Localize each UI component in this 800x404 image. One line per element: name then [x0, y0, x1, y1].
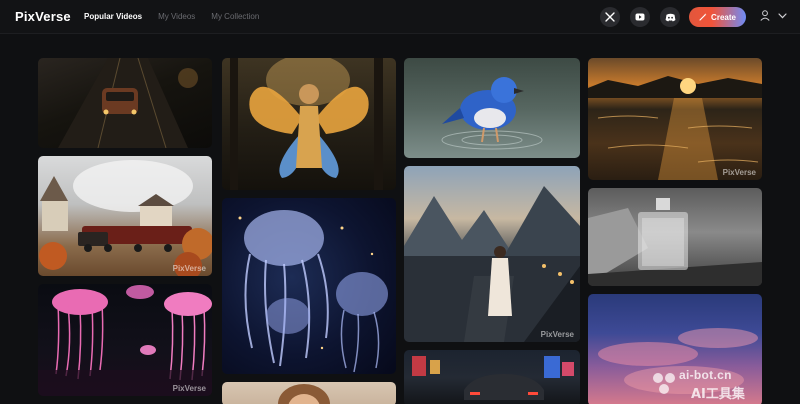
youtube-icon	[635, 13, 645, 21]
watermark: PixVerse	[172, 384, 206, 393]
fairy-thumbnail	[230, 58, 383, 190]
corner-watermark: ai-bot.cn AI工具集	[651, 362, 800, 404]
discord-button[interactable]	[660, 7, 680, 27]
video-card-portrait[interactable]	[222, 382, 396, 404]
corner-watermark-url: ai-bot.cn	[679, 368, 732, 382]
user-menu[interactable]	[760, 10, 787, 21]
portrait-thumbnail	[278, 384, 330, 404]
nav-popular-videos[interactable]: Popular Videos	[84, 12, 142, 21]
video-card-blue-bird[interactable]	[404, 58, 580, 158]
pixverse-logo[interactable]: PixVerse	[15, 9, 71, 24]
watermark: PixVerse	[540, 330, 574, 339]
glowing-jellyfish-thumbnail	[238, 210, 388, 373]
corner-watermark-name: AI工具集	[691, 387, 745, 402]
wand-icon	[699, 13, 707, 21]
video-card-sunset-lake[interactable]: PixVerse	[588, 58, 762, 180]
sunset-thumbnail	[588, 76, 762, 180]
video-card-neon-street[interactable]	[404, 350, 580, 404]
lakeside-thumbnail	[404, 186, 580, 342]
create-button[interactable]: Create	[689, 7, 746, 27]
blue-bird-thumbnail	[441, 77, 543, 150]
pink-jellyfish-thumbnail	[38, 285, 212, 396]
video-card-perfume-bottle[interactable]	[588, 188, 762, 286]
train-thumbnail	[39, 160, 212, 276]
x-twitter-icon	[605, 12, 615, 22]
video-card-pink-jellyfish[interactable]: PixVerse	[38, 284, 212, 396]
discord-icon	[665, 13, 675, 21]
watermark: PixVerse	[722, 168, 756, 177]
nav-my-videos[interactable]: My Videos	[158, 12, 195, 21]
youtube-button[interactable]	[630, 7, 650, 27]
chevron-down-icon	[778, 12, 787, 18]
create-button-label: Create	[711, 12, 736, 22]
video-card-butterfly-fairy[interactable]	[222, 58, 396, 190]
video-card-car-night[interactable]	[38, 58, 212, 148]
user-icon	[760, 10, 770, 21]
nav-my-collection[interactable]: My Collection	[211, 12, 259, 21]
video-card-lakeside-walk[interactable]: PixVerse	[404, 166, 580, 342]
main-nav: Popular Videos My Videos My Collection	[84, 12, 259, 21]
video-card-glowing-jellyfish[interactable]	[222, 198, 396, 374]
perfume-thumbnail	[588, 198, 762, 286]
car-thumbnail	[58, 58, 198, 148]
top-bar: PixVerse Popular Videos My Videos My Col…	[0, 0, 800, 34]
watermark: PixVerse	[172, 264, 206, 273]
neon-street-thumbnail	[412, 356, 574, 400]
ai-bot-logo-icon	[653, 373, 675, 394]
video-card-steam-train[interactable]: PixVerse	[38, 156, 212, 276]
x-twitter-button[interactable]	[600, 7, 620, 27]
